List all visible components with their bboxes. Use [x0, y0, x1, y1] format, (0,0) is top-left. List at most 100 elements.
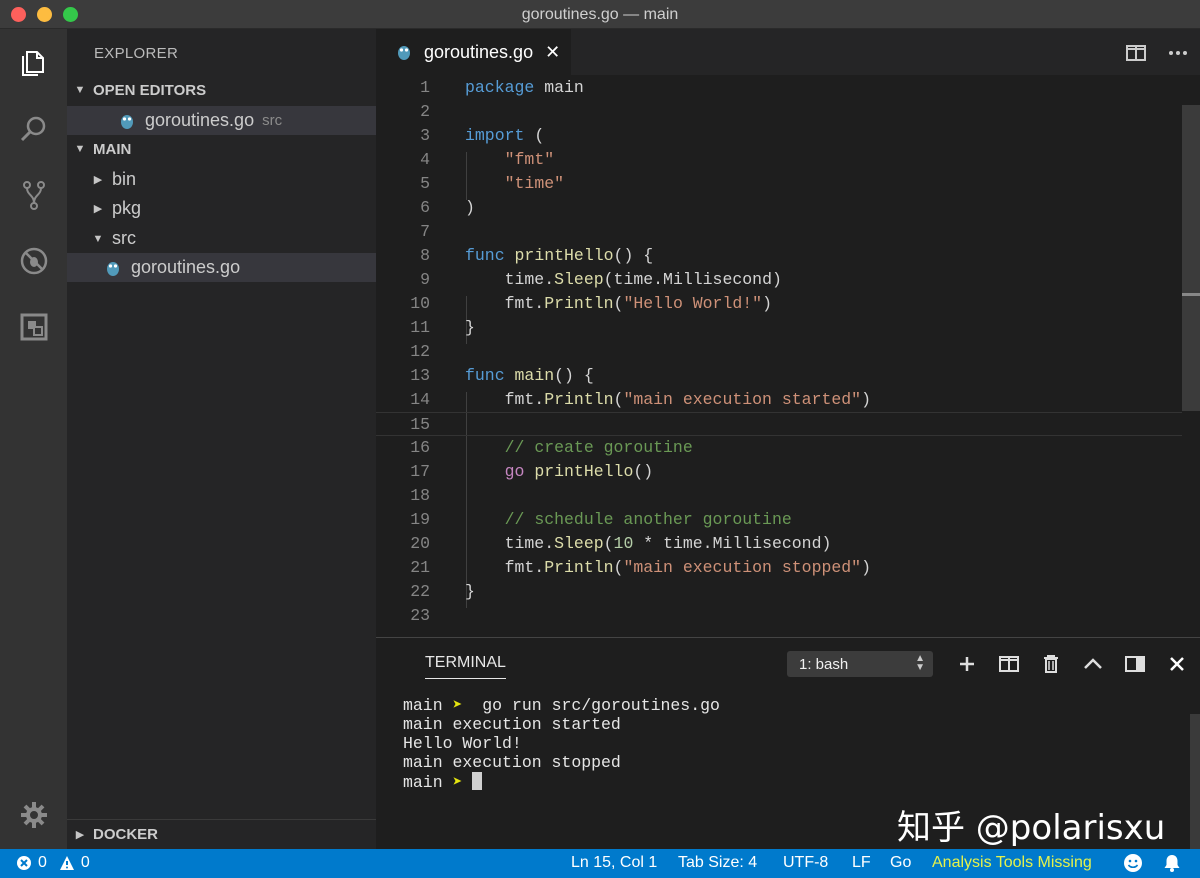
code-text: "fmt" [504, 150, 555, 169]
file-path-hint: src [262, 112, 283, 129]
code-line[interactable]: 9 time.Sleep(time.Millisecond) [376, 268, 1182, 292]
terminal-selector-value: 1: bash [799, 655, 849, 673]
line-number: 9 [420, 270, 430, 289]
title-bar: goroutines.go — main [0, 0, 1200, 29]
line-number: 18 [410, 486, 430, 505]
trash-icon[interactable] [1038, 652, 1064, 676]
code-line[interactable]: 10 fmt.Println("Hello World!") [376, 292, 1182, 316]
line-number: 16 [410, 438, 430, 457]
file-name: goroutines.go [131, 257, 241, 277]
code-line[interactable]: 22} [376, 580, 1182, 604]
extensions-icon [20, 313, 47, 341]
terminal-output[interactable]: main ➤ go run src/goroutines.go main exe… [403, 696, 720, 792]
code-line[interactable]: 14 fmt.Println("main execution started") [376, 388, 1182, 412]
code-line[interactable]: 11} [376, 316, 1182, 340]
tab-terminal[interactable]: TERMINAL [425, 654, 506, 679]
explorer-sidebar: EXPLORER ▼ OPEN EDITORS goroutines.go sr… [67, 29, 376, 849]
code-line[interactable]: 13 func main() { [376, 364, 1182, 388]
code-text: ) [465, 198, 475, 217]
chevron-down-icon: ▼ [92, 232, 104, 245]
code-text: // create goroutine [504, 438, 693, 457]
chevron-down-icon: ▼ [74, 84, 86, 96]
code-line[interactable]: 2 [376, 100, 1182, 124]
code-line[interactable]: 4 "fmt" [376, 148, 1182, 172]
code-line[interactable]: 3 import ( [376, 124, 1182, 148]
new-terminal-icon[interactable] [954, 652, 980, 676]
folder-name: src [112, 228, 136, 248]
editor-scrollbar[interactable] [1182, 105, 1200, 411]
open-editor-item[interactable]: goroutines.go src [67, 106, 376, 135]
problems-indicator[interactable]: 0 0 [16, 854, 90, 872]
open-editors-section[interactable]: ▼ OPEN EDITORS [67, 75, 376, 105]
code-line[interactable]: 8 func printHello() { [376, 244, 1182, 268]
line-number: 10 [410, 294, 430, 313]
tree-item-bin[interactable]: ▶ bin [67, 165, 376, 194]
line-number: 3 [420, 126, 430, 145]
code-editor[interactable]: 1 package main 2 3 import (4 "fmt" 5 "time" 6)… [376, 75, 1200, 637]
code-line[interactable]: 15 [376, 412, 1182, 436]
close-panel-icon[interactable] [1164, 652, 1190, 676]
terminal-scrollbar[interactable] [1190, 714, 1200, 850]
feedback-smiley-icon[interactable] [1123, 853, 1143, 878]
editor-area: goroutines.go ✕ 1 package main 2 3 import (4… [376, 29, 1200, 637]
more-actions-icon[interactable] [1164, 41, 1192, 65]
chevron-up-icon[interactable] [1080, 652, 1106, 676]
chevron-right-icon: ▶ [75, 829, 85, 841]
code-line[interactable]: 23 [376, 604, 1182, 628]
tree-item-pkg[interactable]: ▶ pkg [67, 194, 376, 223]
split-editor-icon[interactable] [1122, 41, 1150, 65]
code-line[interactable]: 16 // create goroutine [376, 436, 1182, 460]
section-label: MAIN [93, 140, 132, 158]
code-line[interactable]: 7 [376, 220, 1182, 244]
tab-size[interactable]: Tab Size: 4 [678, 854, 757, 872]
line-number: 22 [410, 582, 430, 601]
line-number: 2 [420, 102, 430, 121]
code-text: "time" [504, 174, 565, 193]
end-of-line[interactable]: LF [852, 854, 871, 872]
prompt-dir: main [403, 696, 443, 715]
explorer-activity[interactable] [0, 33, 67, 93]
manage-activity[interactable] [0, 785, 67, 845]
split-terminal-icon[interactable] [996, 652, 1022, 676]
toggle-panel-icon[interactable] [1122, 652, 1148, 676]
extensions-activity[interactable] [0, 297, 67, 357]
code-line[interactable]: 18 [376, 484, 1182, 508]
code-line[interactable]: 5 "time" [376, 172, 1182, 196]
folder-name: pkg [112, 198, 142, 218]
debug-activity[interactable] [0, 231, 67, 291]
line-number: 21 [410, 558, 430, 577]
tree-item-goroutines[interactable]: goroutines.go [67, 253, 376, 282]
go-file-icon [107, 261, 119, 276]
docker-section[interactable]: ▶ DOCKER [67, 819, 376, 849]
analysis-tools-warning[interactable]: Analysis Tools Missing [932, 854, 1092, 872]
search-activity[interactable] [0, 99, 67, 159]
code-text: package main [465, 78, 584, 97]
line-number: 7 [420, 222, 430, 241]
go-file-icon [121, 114, 133, 129]
line-number: 6 [420, 198, 430, 217]
encoding[interactable]: UTF-8 [783, 854, 828, 872]
close-icon[interactable]: ✕ [545, 42, 560, 63]
code-text: go printHello() [504, 462, 654, 481]
language-mode[interactable]: Go [890, 854, 911, 872]
chevron-right-icon: ▶ [93, 203, 103, 215]
code-line[interactable]: 1 package main [376, 76, 1182, 100]
source-control-activity[interactable] [0, 165, 67, 225]
code-line[interactable]: 6) [376, 196, 1182, 220]
overview-ruler-marker [1182, 293, 1200, 296]
code-line[interactable]: 12 [376, 340, 1182, 364]
code-line[interactable]: 20 time.Sleep(10 * time.Millisecond) [376, 532, 1182, 556]
code-text: } [465, 318, 475, 337]
tree-item-src[interactable]: ▼ src [67, 224, 376, 253]
tab-goroutines[interactable]: goroutines.go ✕ [376, 29, 571, 75]
tab-label: goroutines.go [424, 41, 534, 62]
main-folder-section[interactable]: ▼ MAIN [67, 134, 376, 164]
tab-bar: goroutines.go ✕ [376, 29, 1200, 75]
code-line[interactable]: 17 go printHello() [376, 460, 1182, 484]
code-text: // schedule another goroutine [504, 510, 792, 529]
code-line[interactable]: 21 fmt.Println("main execution stopped") [376, 556, 1182, 580]
cursor-position[interactable]: Ln 15, Col 1 [571, 854, 657, 872]
code-line[interactable]: 19 // schedule another goroutine [376, 508, 1182, 532]
terminal-selector[interactable]: 1: bash ▲ ▼ [787, 651, 933, 677]
bell-icon[interactable] [1162, 853, 1182, 878]
